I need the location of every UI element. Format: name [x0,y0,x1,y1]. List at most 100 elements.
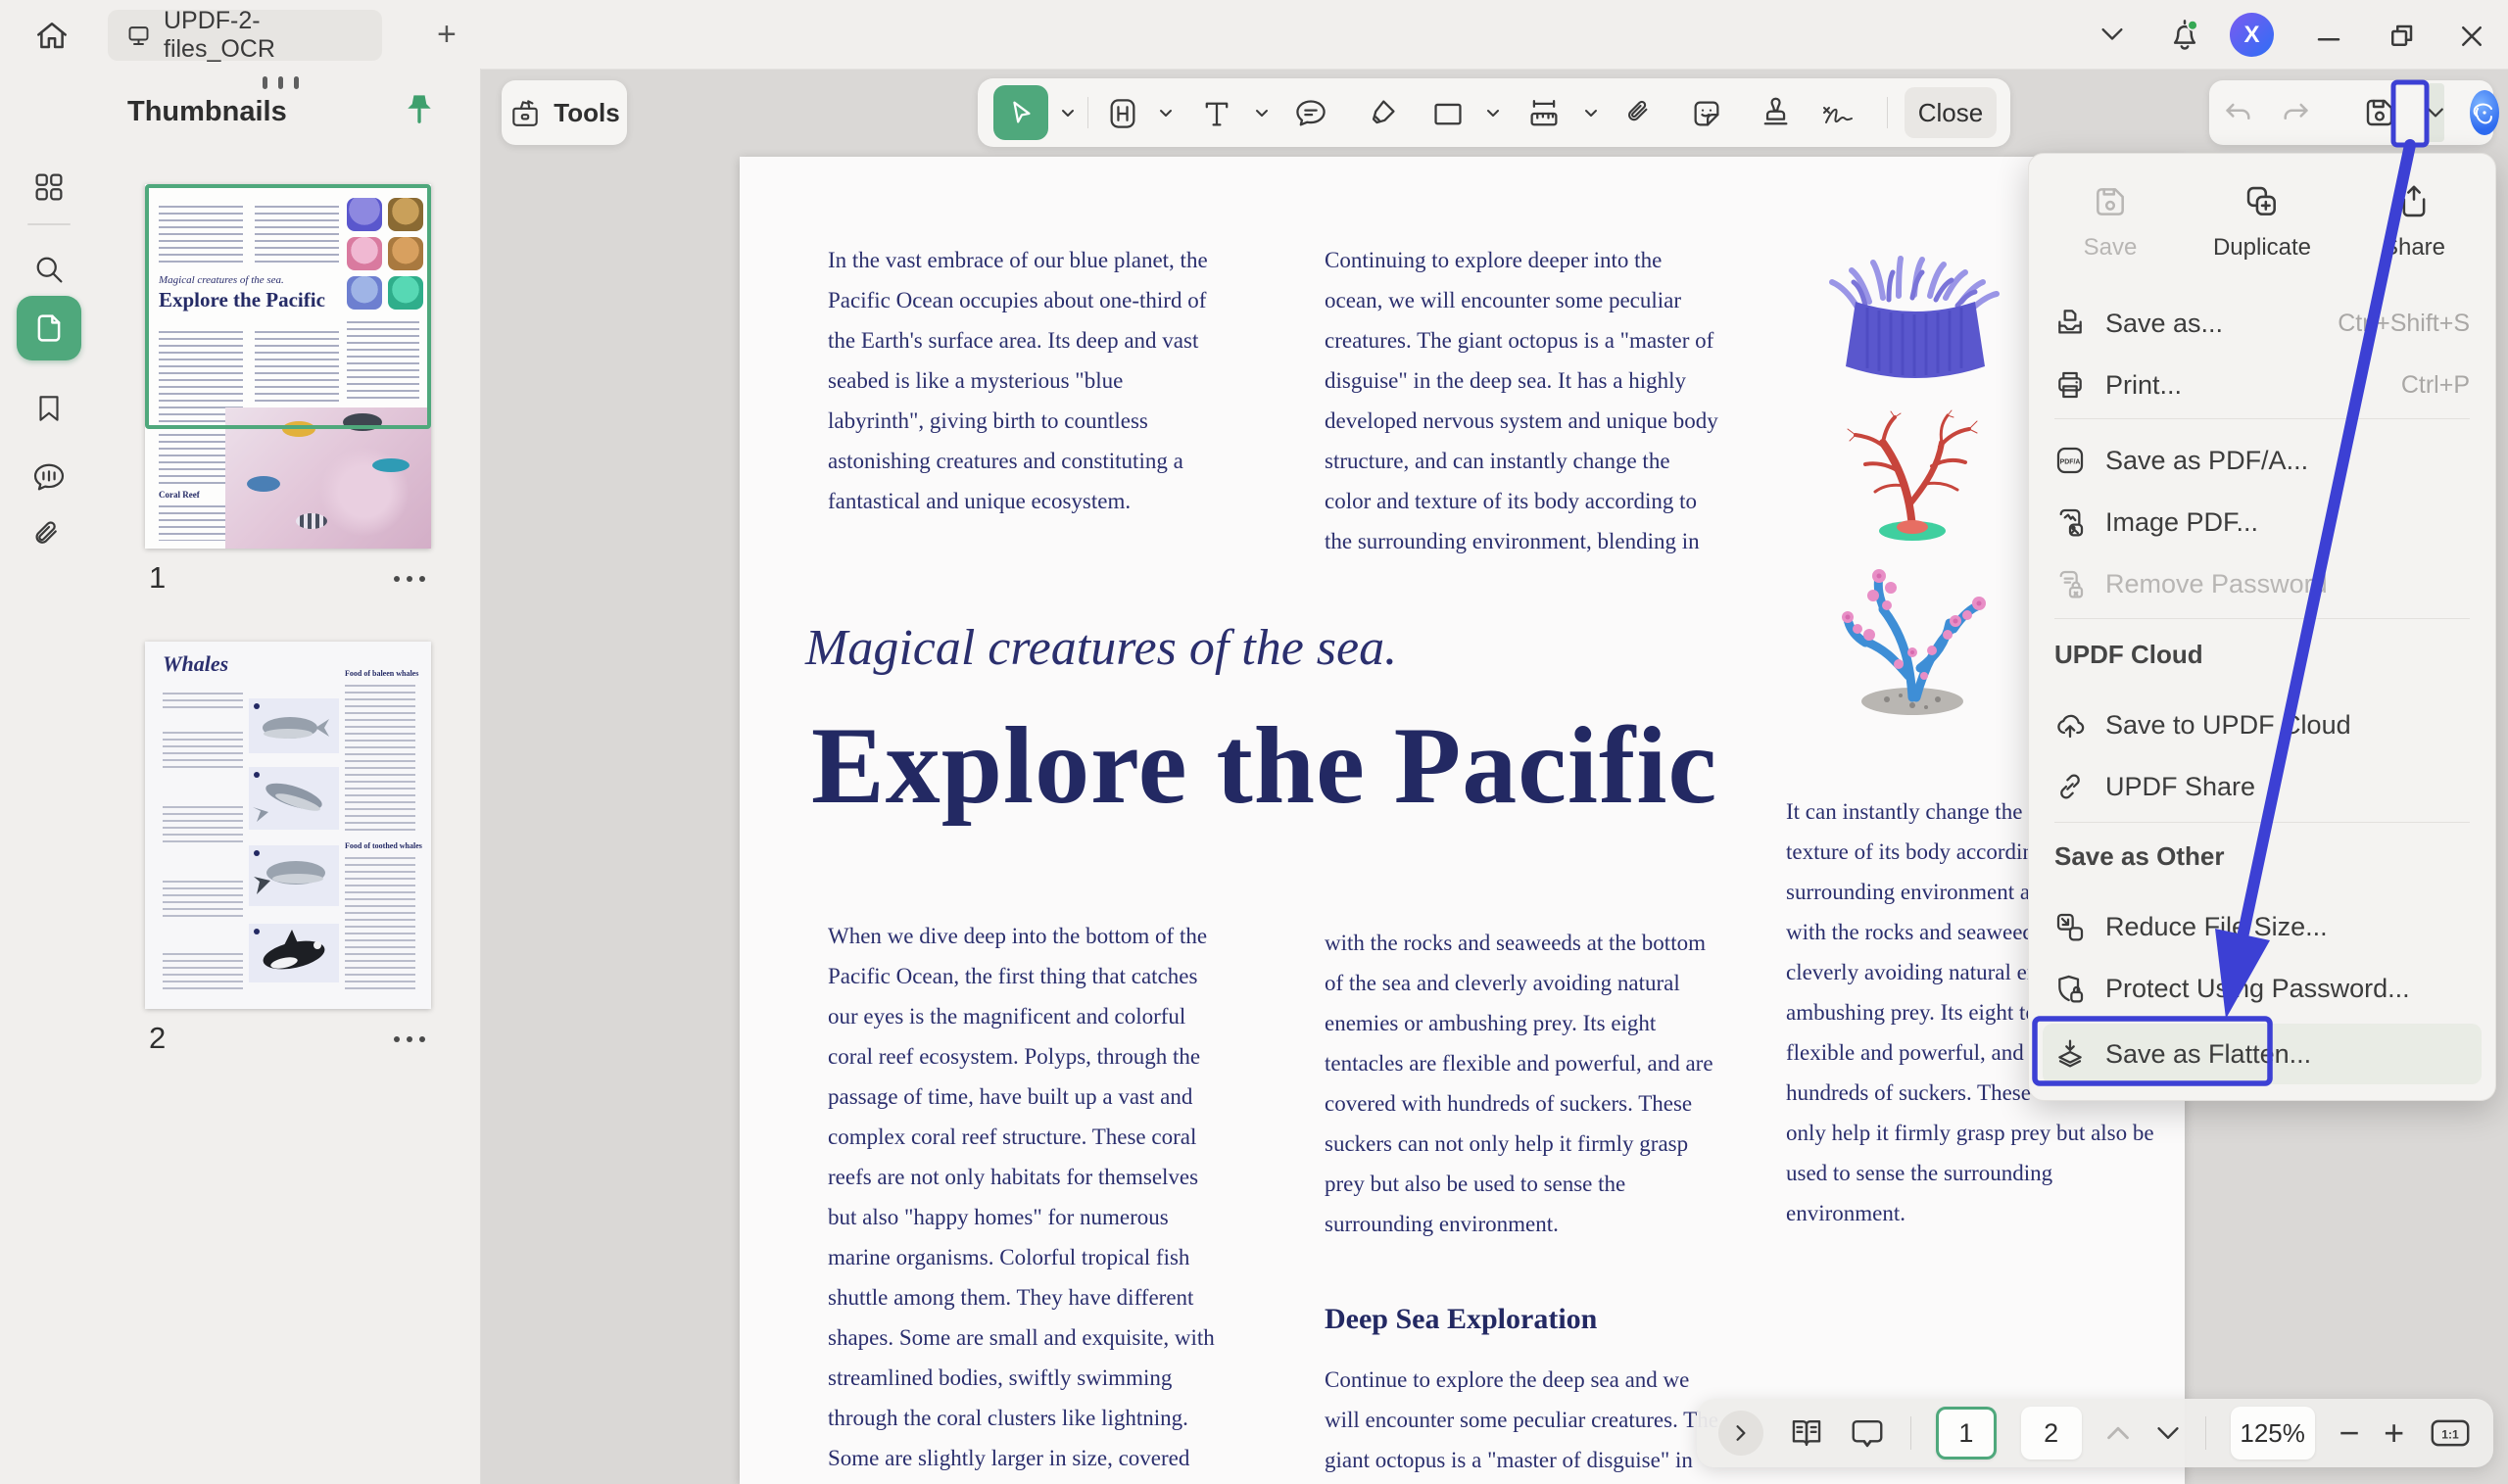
thumbnail-text-lines [163,953,243,994]
menu-item-remove-password[interactable]: Remove Password [2043,555,2482,612]
updf-ai-button[interactable] [2470,90,2499,135]
blue-coral-image [1822,558,2003,717]
select-tool-chevron[interactable] [1060,106,1076,121]
menu-item-print[interactable]: Print... Ctrl+P [2043,357,2482,413]
mini-heading: Food of toothed whales [345,841,422,850]
actual-size-button[interactable]: 1:1 [2429,1416,2472,1450]
heading-tool-button[interactable] [1105,96,1140,131]
sidebar-item-apps[interactable] [24,163,73,212]
pen-tool-button[interactable] [1364,96,1399,131]
menu-item-save-to-cloud[interactable]: Save to UPDF Cloud [2043,696,2482,753]
stamp-tool-button[interactable] [1758,96,1793,131]
page-2-button[interactable]: 2 [2021,1407,2082,1460]
thumbnail-text-lines [163,732,243,773]
titlebar-chevron-button[interactable] [2098,25,2126,45]
thumbnail-page-2[interactable]: Whales Food of baleen whales Food of too [145,642,431,1009]
tab-title: UPDF-2-files_OCR [164,7,364,64]
menu-divider [2054,618,2470,619]
image-pdf-icon [2054,506,2086,538]
select-tool-button-active[interactable] [993,85,1048,140]
notifications-button[interactable] [2165,14,2204,55]
sidebar-item-thumbnails-active[interactable] [17,296,81,360]
thumbnail-text-lines [163,881,243,922]
next-page-button[interactable] [2155,1423,2181,1443]
comment-tool-button[interactable] [1293,96,1328,131]
menu-item-image-pdf[interactable]: Image PDF... [2043,494,2482,551]
previous-page-button[interactable] [2105,1423,2131,1443]
home-button[interactable] [32,18,72,57]
thumbnail-page-1[interactable]: Magical creatures of the sea. Explore th… [145,184,431,549]
doc-subtitle: Magical creatures of the sea. [805,619,1397,677]
current-page-number: 1 [1958,1418,1973,1449]
zoom-out-button[interactable]: − [2339,1412,2359,1454]
measure-tool-chevron[interactable] [1583,106,1599,121]
shape-tool-chevron[interactable] [1485,106,1501,121]
expand-bar-button[interactable] [1718,1411,1763,1456]
presentation-mode-button[interactable] [1849,1415,1886,1451]
shape-tool-button[interactable] [1430,96,1466,131]
page-2-options-icon[interactable] [394,1036,425,1042]
page-1-button[interactable]: 1 [1936,1407,1997,1460]
text-tool-button[interactable] [1199,96,1234,131]
save-options-chevron-button[interactable] [2427,83,2444,142]
page-navigation-bar: 1 2 125% − + 1:1 [1697,1399,2493,1467]
sticker-tool-button[interactable] [1689,96,1724,131]
bell-icon [2165,14,2204,55]
thumbnail-text-lines [163,693,243,712]
pen-icon [1365,97,1398,130]
menu-item-save-as-pdfa[interactable]: PDF/A Save as PDF/A... [2043,432,2482,489]
quick-duplicate-label: Duplicate [2213,234,2311,262]
undo-button[interactable] [2223,97,2254,128]
rectangle-icon [1431,97,1465,130]
text-icon [1200,97,1233,130]
minimize-button[interactable] [2314,24,2343,53]
undo-icon [2223,97,2254,128]
panel-drag-handle[interactable] [263,76,299,89]
sidebar-item-appearance[interactable] [24,1479,73,1484]
text-tool-chevron[interactable] [1254,106,1270,121]
measure-tool-button[interactable] [1526,96,1562,131]
paperclip-icon [31,517,67,554]
duplicate-icon [2243,183,2281,220]
chevron-up-icon [2105,1423,2131,1443]
zoom-level-button[interactable]: 125% [2231,1407,2315,1460]
signature-tool-button[interactable] [1820,96,1856,131]
page-layout-button[interactable] [1788,1415,1825,1451]
menu-item-protect-password[interactable]: Protect Using Password... [2043,960,2482,1017]
mini-heading: Coral Reef [159,490,200,500]
pin-panel-button[interactable] [402,92,437,129]
menu-quick-duplicate[interactable]: Duplicate [2189,183,2336,262]
new-tab-button[interactable]: + [437,20,457,49]
sidebar-item-search[interactable] [24,245,73,294]
sidebar-item-bookmarks[interactable] [24,384,73,433]
close-label: Close [1918,98,1983,128]
menu-item-reduce-file-size[interactable]: Reduce File Size... [2043,898,2482,955]
save-button[interactable] [2362,95,2397,130]
thumbnail-text-lines [345,685,415,834]
page-1-options-icon[interactable] [394,576,425,582]
menu-item-label: UPDF Share [2105,772,2255,802]
menu-quick-save[interactable]: Save [2037,183,2184,262]
menu-item-updf-share[interactable]: UPDF Share [2043,758,2482,815]
avatar-letter: X [2243,22,2259,49]
menu-item-save-as[interactable]: Save as... Ctrl+Shift+S [2043,295,2482,352]
restore-button[interactable] [2387,22,2416,51]
attach-tool-button[interactable] [1622,96,1658,131]
avatar[interactable]: X [2230,13,2274,57]
mini-whale-image [249,698,339,753]
monitor-icon [125,22,152,49]
close-window-button[interactable] [2457,22,2486,51]
sidebar-item-attachments[interactable] [24,511,73,560]
flatten-icon [2054,1038,2086,1070]
menu-item-label: Save as... [2105,309,2223,339]
sidebar-item-comments[interactable] [24,453,73,502]
close-tools-button[interactable]: Close [1905,87,1997,138]
tools-button[interactable]: Tools [502,80,627,145]
menu-item-save-as-flatten[interactable]: Save as Flatten... [2043,1024,2482,1084]
page-2-number: 2 [149,1021,166,1056]
document-tab[interactable]: UPDF-2-files_OCR [108,10,382,61]
redo-button[interactable] [2280,97,2311,128]
zoom-in-button[interactable]: + [2384,1412,2404,1454]
menu-quick-share[interactable]: Share [2340,183,2487,262]
heading-tool-chevron[interactable] [1158,106,1174,121]
